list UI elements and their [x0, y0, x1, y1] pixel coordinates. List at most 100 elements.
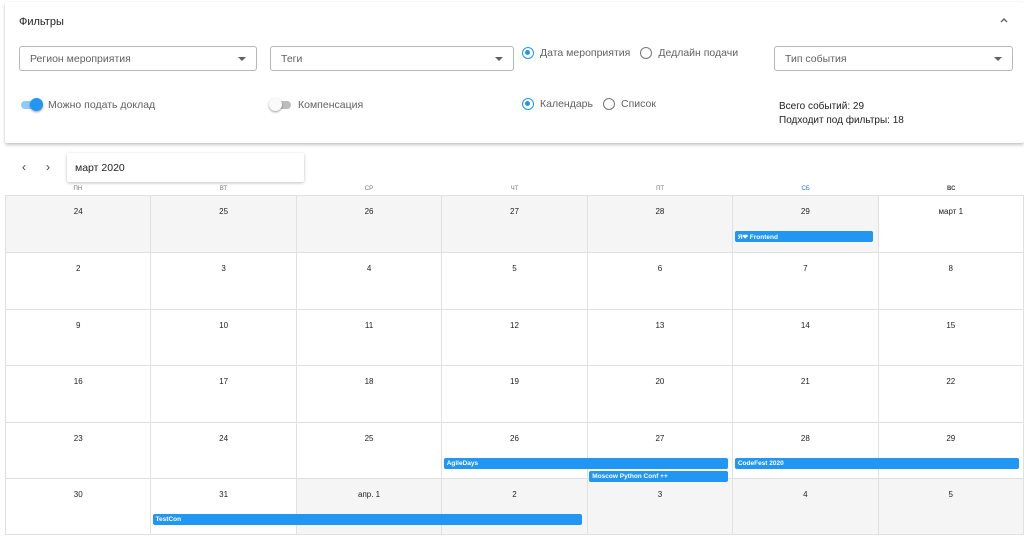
calendar-day-number: 21 — [800, 377, 810, 386]
calendar-day-cell[interactable]: 29 — [878, 423, 1024, 479]
calendar-day-cell[interactable]: 30 — [6, 479, 152, 535]
calendar-day-number: 16 — [73, 377, 83, 386]
chevron-up-icon[interactable] — [998, 14, 1010, 26]
calendar-day-cell[interactable]: 5 — [878, 479, 1024, 535]
calendar-day-cell[interactable]: 19 — [442, 366, 588, 423]
calendar-day-cell[interactable]: 31 — [151, 479, 297, 535]
switch-can-submit-talk[interactable]: Можно подать доклад — [21, 98, 156, 111]
radio-unchecked-icon — [640, 47, 653, 59]
calendar-day-cell[interactable]: 26 — [442, 423, 588, 479]
calendar-day-number: 19 — [510, 377, 519, 386]
calendar-day-cell[interactable]: 9 — [6, 310, 152, 366]
next-month-button[interactable]: › — [41, 160, 55, 174]
radio-deadline[interactable]: Дедлайн подачи — [640, 47, 738, 59]
filters-title: Фильтры — [19, 16, 64, 28]
radio-event-date-label: Дата мероприятия — [540, 47, 631, 59]
calendar-day-cell[interactable]: 22 — [878, 366, 1024, 423]
tags-select[interactable]: Теги — [270, 46, 514, 71]
calendar-day-cell[interactable]: 24 — [6, 196, 152, 253]
weekday-mon: ПН — [73, 186, 83, 192]
calendar-day-cell[interactable]: 3 — [151, 253, 297, 310]
calendar-day-cell[interactable]: 12 — [442, 310, 588, 366]
calendar-day-number: 11 — [364, 321, 374, 330]
calendar-day-number: 12 — [510, 321, 519, 330]
calendar-day-cell[interactable]: 15 — [878, 310, 1024, 366]
matching-events: Подходит под фильтры: 18 — [779, 115, 904, 126]
calendar-day-cell[interactable]: 2 — [442, 479, 588, 535]
weekday-fri: ПТ — [656, 186, 665, 192]
calendar-day-cell[interactable]: 5 — [442, 253, 588, 310]
calendar-event[interactable]: Moscow Python Conf ++ — [589, 471, 728, 482]
radio-unchecked-icon — [603, 98, 615, 110]
total-events: Всего событий: 29 — [779, 101, 865, 112]
calendar-day-cell[interactable]: 20 — [587, 366, 734, 423]
filters-panel: Фильтры Регион мероприятия Теги Дата мер… — [5, 2, 1024, 143]
calendar-day-number: 8 — [948, 264, 953, 273]
dropdown-caret-icon — [495, 56, 503, 61]
calendar-day-number: 15 — [946, 321, 956, 330]
calendar-day-number: 22 — [946, 377, 956, 386]
calendar-day-cell[interactable]: 25 — [151, 196, 297, 253]
calendar-day-cell[interactable]: 21 — [733, 366, 879, 423]
calendar-day-number: 10 — [219, 321, 229, 330]
weekday-header: ПН ВТ СР ЧТ ПТ СБ ВС — [5, 186, 1024, 195]
calendar-day-cell[interactable]: 25 — [296, 423, 443, 479]
calendar-day-cell[interactable]: 28 — [587, 196, 734, 253]
switch-compensation[interactable]: Компенсация — [269, 98, 364, 111]
calendar-day-cell[interactable]: 23 — [6, 423, 152, 479]
calendar-day-number: 29 — [800, 207, 810, 216]
calendar-day-cell[interactable]: 18 — [296, 366, 443, 423]
calendar-day-number: 2 — [75, 264, 81, 273]
calendar-day-cell[interactable]: 2 — [6, 253, 152, 310]
calendar-day-number: 26 — [364, 207, 374, 216]
region-select-label: Регион мероприятия — [30, 52, 131, 65]
calendar-day-cell[interactable]: 14 — [733, 310, 879, 366]
calendar-day-cell[interactable]: 7 — [733, 253, 879, 310]
calendar-day-number: 26 — [510, 434, 519, 443]
prev-month-button[interactable]: ‹ — [17, 160, 31, 174]
calendar-day-cell[interactable]: 4 — [296, 253, 443, 310]
calendar-day-number: 30 — [73, 490, 83, 499]
calendar-event[interactable]: TestCon — [152, 514, 583, 525]
calendar-day-cell[interactable]: 26 — [296, 196, 443, 253]
event-type-select[interactable]: Тип события — [774, 46, 1013, 71]
calendar-day-cell[interactable]: март 1 — [878, 196, 1024, 253]
calendar-grid: 24 25 26 27 28 29 март 1 2 3 4 5 6 7 8 9 10 11 12 13 14 15 16… — [5, 195, 1024, 535]
calendar-day-cell[interactable]: 17 — [151, 366, 297, 423]
calendar-day-cell[interactable]: 24 — [151, 423, 297, 479]
calendar-day-cell[interactable]: 27 — [442, 196, 588, 253]
switch-compensation-label: Компенсация — [298, 99, 364, 111]
weekday-thu: ЧТ — [510, 186, 519, 192]
calendar-day-cell[interactable]: 11 — [296, 310, 443, 366]
calendar-day-cell[interactable]: 16 — [6, 366, 152, 423]
calendar-event[interactable]: Я❤ Frontend — [734, 231, 874, 242]
dropdown-caret-icon — [994, 56, 1002, 61]
calendar-day-number: март 1 — [938, 207, 964, 216]
calendar-event[interactable]: CodeFest 2020 — [734, 458, 1019, 469]
calendar-day-number: 3 — [657, 490, 663, 499]
calendar-day-number: 25 — [219, 207, 229, 216]
calendar-event[interactable]: AgileDays — [443, 458, 728, 469]
calendar-day-cell[interactable]: 10 — [151, 310, 297, 366]
region-select[interactable]: Регион мероприятия — [19, 46, 257, 71]
toggle-off-icon — [269, 98, 291, 111]
current-month: март 2020 — [75, 162, 125, 174]
switch-can-submit-talk-label: Можно подать доклад — [48, 99, 156, 111]
calendar-day-cell[interactable]: апр. 1 — [296, 479, 443, 535]
month-picker[interactable]: март 2020 — [67, 153, 304, 182]
calendar-day-cell[interactable]: 13 — [587, 310, 734, 366]
calendar-day-cell[interactable]: 6 — [587, 253, 734, 310]
radio-event-date[interactable]: Дата мероприятия — [522, 47, 630, 59]
calendar-day-number: 23 — [73, 434, 83, 443]
calendar-day-cell[interactable]: 28 — [733, 423, 879, 479]
radio-calendar-view[interactable]: Календарь — [522, 98, 593, 110]
radio-calendar-label: Календарь — [540, 98, 593, 110]
calendar-day-cell[interactable]: 3 — [587, 479, 734, 535]
calendar-day-number: 24 — [219, 434, 229, 443]
radio-list-view[interactable]: Список — [603, 98, 656, 110]
calendar-day-cell[interactable]: 4 — [733, 479, 879, 535]
calendar: ПН ВТ СР ЧТ ПТ СБ ВС 24 25 26 27 28 29 март 12… — [5, 186, 1024, 535]
calendar-day-number: 5 — [512, 264, 517, 273]
calendar-day-cell[interactable]: 8 — [878, 253, 1024, 310]
calendar-day-cell[interactable]: 29 — [733, 196, 879, 253]
